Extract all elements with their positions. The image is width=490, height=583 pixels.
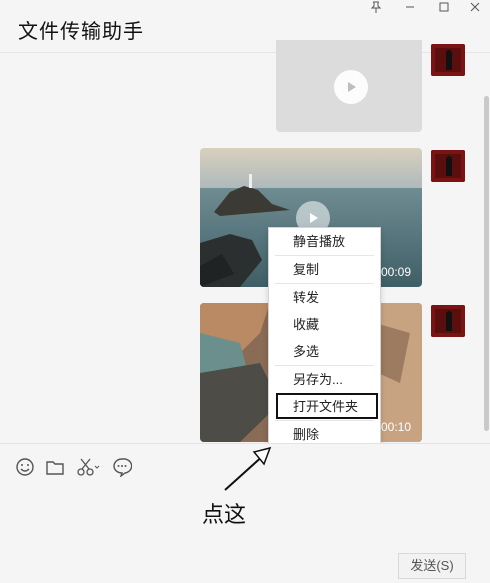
chat-title: 文件传输助手: [18, 21, 144, 43]
pin-icon[interactable]: [362, 0, 390, 14]
menu-item-favorite[interactable]: 收藏: [269, 311, 380, 338]
play-icon[interactable]: [334, 70, 368, 104]
annotation-arrow: [224, 446, 272, 491]
avatar[interactable]: [431, 150, 465, 182]
chat-scrollbar[interactable]: [484, 96, 489, 431]
video-duration: 00:09: [381, 265, 412, 279]
video-duration: 00:10: [381, 420, 412, 434]
menu-item-multi-select[interactable]: 多选: [269, 338, 380, 365]
chat-bubble-icon[interactable]: [111, 456, 133, 478]
minimize-icon[interactable]: [396, 0, 424, 14]
menu-item-forward[interactable]: 转发: [269, 284, 380, 311]
scissors-icon[interactable]: [76, 456, 102, 478]
folder-icon[interactable]: [44, 456, 66, 478]
maximize-icon[interactable]: [430, 0, 458, 14]
send-button[interactable]: 发送(S): [398, 553, 466, 579]
menu-item-copy[interactable]: 复制: [269, 256, 380, 283]
menu-item-mute-play[interactable]: 静音播放: [269, 228, 380, 255]
video-message[interactable]: [276, 40, 422, 132]
avatar[interactable]: [431, 44, 465, 76]
menu-item-save-as[interactable]: 另存为...: [269, 366, 380, 393]
avatar[interactable]: [431, 305, 465, 337]
close-icon[interactable]: [461, 0, 489, 14]
emoji-icon[interactable]: [14, 456, 36, 478]
context-menu: 静音播放 复制 转发 收藏 多选 另存为... 打开文件夹 删除: [268, 227, 381, 449]
annotation-text: 点这: [202, 502, 247, 527]
highlight-box: [276, 393, 378, 419]
